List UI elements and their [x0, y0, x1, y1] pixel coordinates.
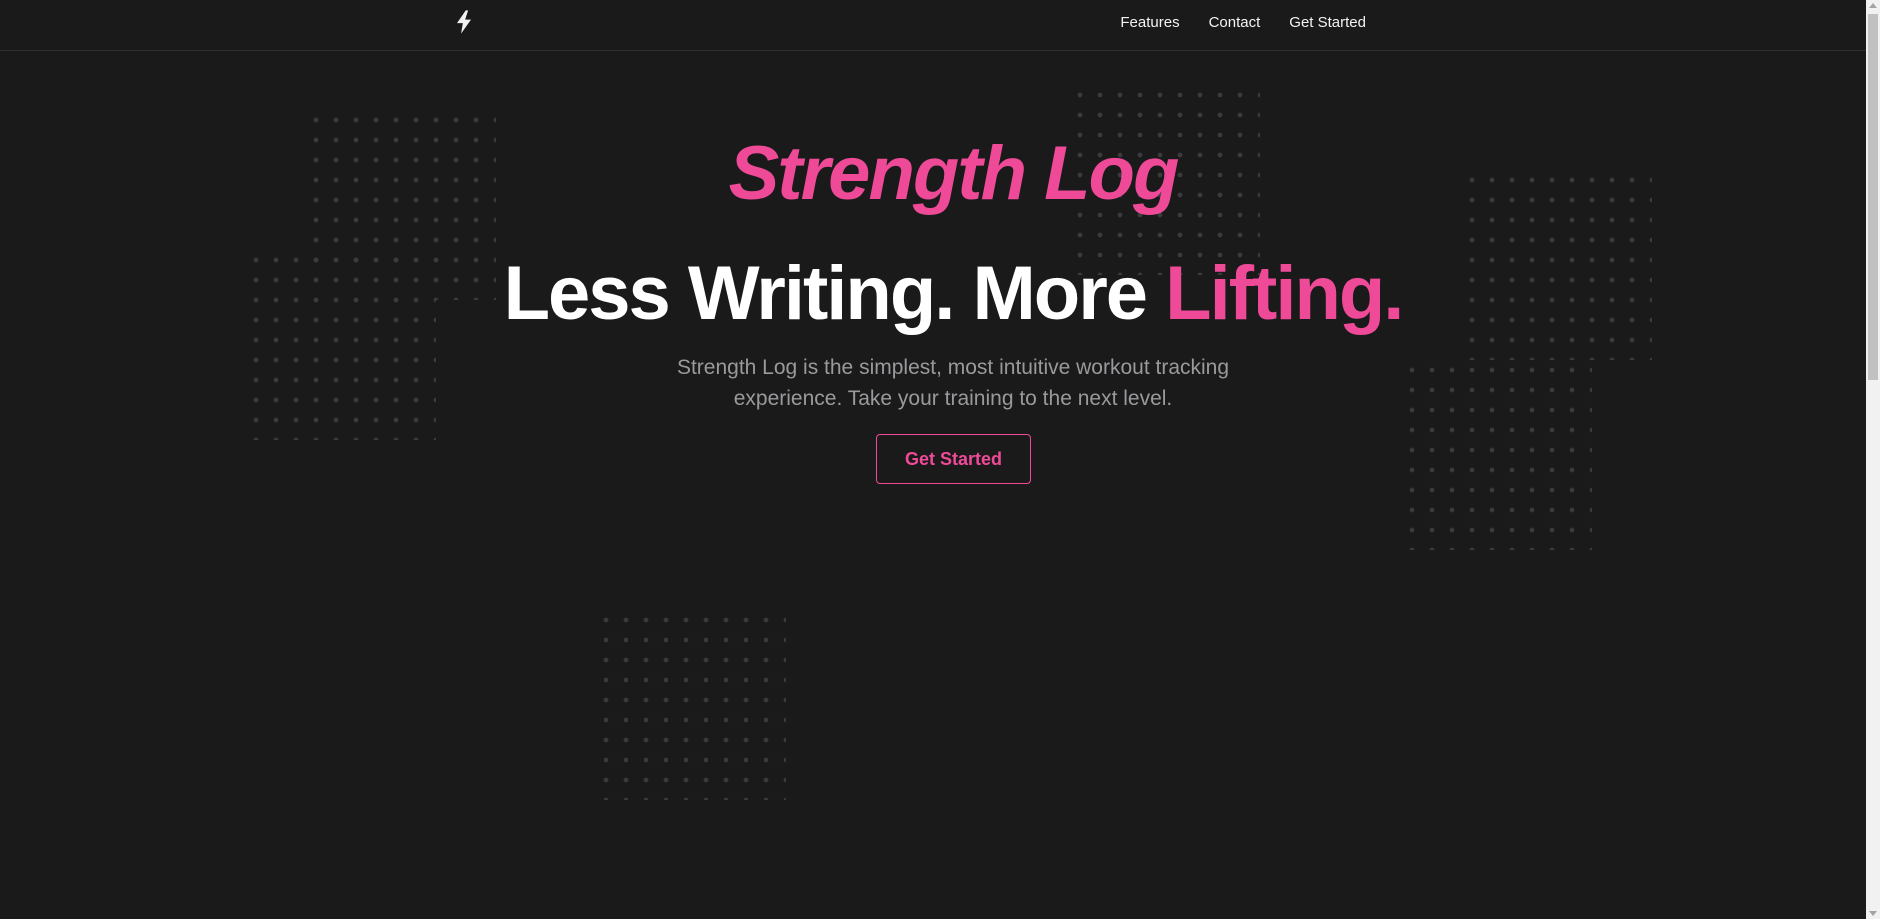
scroll-up-arrow-icon[interactable]	[1869, 3, 1877, 8]
nav-link-get-started[interactable]: Get Started	[1289, 14, 1366, 31]
nav-link-features[interactable]: Features	[1120, 14, 1179, 31]
hero-subtitle: Strength Log is the simplest, most intui…	[676, 356, 1230, 410]
landing-page: Features Contact Get Started Strength Lo…	[0, 0, 1880, 919]
page-scrollbar[interactable]	[1866, 0, 1880, 919]
dot-pattern-decoration	[596, 610, 786, 800]
headline-accent: Lifting.	[1165, 251, 1404, 336]
get-started-button[interactable]: Get Started	[876, 434, 1031, 484]
scrollbar-thumb[interactable]	[1868, 14, 1878, 380]
dot-pattern-decoration	[1402, 360, 1592, 550]
hero-headline: Less Writing. More Lifting.	[0, 250, 1880, 337]
headline-main: Less Writing. More	[503, 251, 1166, 336]
nav-link-contact[interactable]: Contact	[1209, 14, 1261, 31]
brand-title: Strength Log	[728, 131, 1180, 216]
nav-links: Features Contact Get Started	[1120, 0, 1366, 44]
lightning-bolt-icon[interactable]	[450, 8, 478, 36]
top-navbar: Features Contact Get Started	[0, 0, 1866, 51]
scroll-down-arrow-icon[interactable]	[1869, 911, 1877, 916]
